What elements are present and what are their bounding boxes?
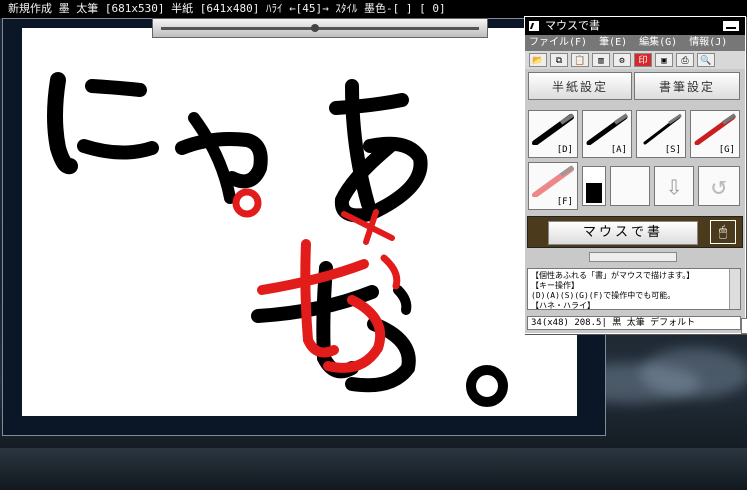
palette-title-bar[interactable]: マウスで書 — [525, 17, 745, 35]
brush-icon — [532, 113, 575, 145]
print-icon[interactable]: ⎙ — [676, 53, 694, 67]
logo-text: マウスで書 — [548, 221, 698, 245]
brush-settings-icon[interactable]: ▥ — [592, 53, 610, 67]
help-line: 【個性あふれる「書」がマウスで描けます。】 — [531, 271, 695, 280]
help-line: 【ハネ・ハライ】 — [531, 301, 595, 310]
paste-icon[interactable]: 📋 — [571, 53, 589, 67]
palette-slider[interactable] — [589, 252, 677, 262]
menu-info[interactable]: 情報(J) — [689, 35, 727, 51]
rotate-icon[interactable]: ⚙ — [613, 53, 631, 67]
paper-color-swatch[interactable] — [610, 166, 650, 206]
calligraphy-drawing — [47, 72, 508, 407]
brush-g-label: [G] — [718, 145, 735, 155]
brush-a-button[interactable]: [A] — [582, 110, 632, 158]
down-arrow-icon[interactable]: ⇩ — [654, 166, 694, 206]
paper-settings-button[interactable]: 半紙設定 — [528, 72, 632, 100]
menu-brush[interactable]: 筆(E) — [599, 35, 627, 51]
palette-menu-bar: ファイル(F) 筆(E) 編集(G) 情報(J) — [525, 35, 745, 51]
logo-panel: マウスで書 🖱 — [527, 216, 743, 248]
grass-field — [0, 448, 747, 490]
black-ink-icon — [586, 183, 602, 203]
brush-s-button[interactable]: [S] — [636, 110, 686, 158]
status-edge-tab — [741, 318, 747, 334]
brush-d-label: [D] — [556, 145, 573, 155]
undo-icon[interactable]: ↺ — [698, 166, 740, 206]
brush-f-button[interactable]: [F] — [528, 162, 578, 210]
red-mark-icon[interactable]: 印 — [634, 53, 652, 67]
brush-icon — [532, 165, 575, 197]
brush-f-label: [F] — [556, 197, 573, 207]
help-text-box: 【個性あふれる「書」がマウスで描けます。】 【キー操作】 (D)(A)(S)(G… — [527, 268, 741, 310]
menu-file[interactable]: ファイル(F) — [529, 35, 587, 51]
help-line: 【キー操作】 — [531, 281, 579, 290]
search-icon[interactable]: 🔍 — [697, 53, 715, 67]
brush-icon — [643, 113, 682, 145]
frame-icon[interactable]: ▣ — [655, 53, 673, 67]
brush-icon — [694, 113, 737, 145]
brush-icon — [586, 113, 629, 145]
app-icon — [528, 20, 540, 32]
menu-edit[interactable]: 編集(G) — [639, 35, 677, 51]
brush-d-button[interactable]: [D] — [528, 110, 578, 158]
status-text: 34(x48) 208.5| 黒 太筆 デフォルト — [531, 318, 696, 328]
copy-icon[interactable]: ⧉ — [550, 53, 568, 67]
brush-s-label: [S] — [664, 145, 681, 155]
cloud — [640, 348, 747, 398]
canvas-scrollbar[interactable] — [152, 18, 488, 38]
help-line: (D)(A)(S)(G)(F)で操作中でも可能。 — [531, 291, 676, 300]
help-scrollbar[interactable] — [729, 269, 740, 309]
scroll-thumb[interactable] — [311, 24, 319, 32]
brush-settings-button[interactable]: 書筆設定 — [634, 72, 740, 100]
palette-title: マウスで書 — [545, 19, 600, 32]
scroll-track — [161, 27, 479, 30]
open-folder-icon[interactable]: 📂 — [529, 53, 547, 67]
mouse-icon[interactable]: 🖱 — [710, 220, 736, 244]
drawing-canvas[interactable] — [22, 28, 577, 416]
minimize-button[interactable] — [723, 21, 739, 31]
brush-a-label: [A] — [610, 145, 627, 155]
palette-toolbar: 📂 ⧉ 📋 ▥ ⚙ 印 ▣ ⎙ 🔍 — [525, 51, 745, 69]
ink-color-swatch[interactable] — [582, 166, 606, 206]
brush-g-button[interactable]: [G] — [690, 110, 740, 158]
top-status-text: 新規作成 墨 太筆 [681x530] 半紙 [641x480] ﾊﾗｲ ←[4… — [8, 2, 446, 15]
palette-status-bar: 34(x48) 208.5| 黒 太筆 デフォルト — [527, 316, 741, 330]
